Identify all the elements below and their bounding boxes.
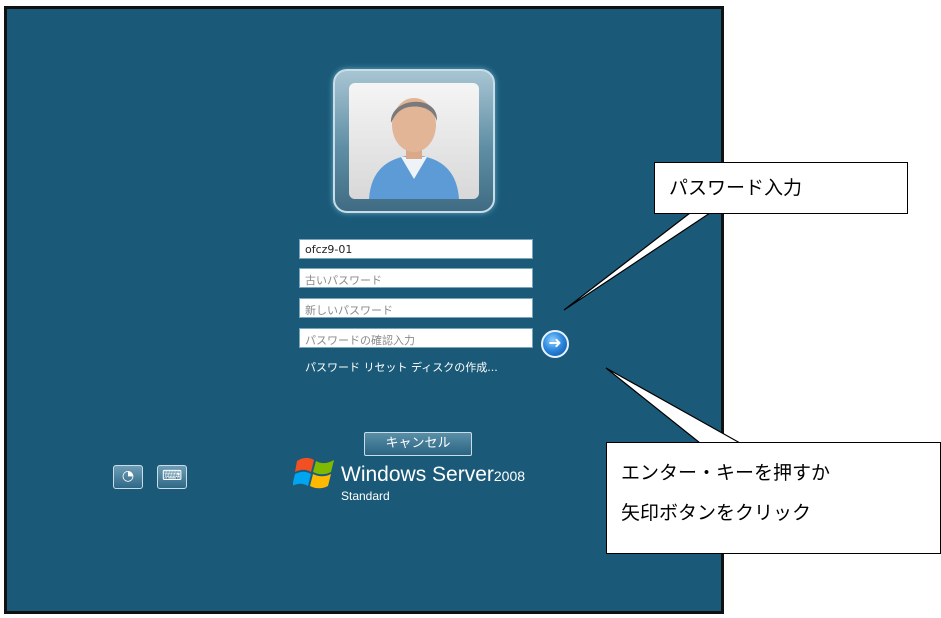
annotation-enter-or-click: エンター・キーを押すか 矢印ボタンをクリック bbox=[606, 442, 941, 554]
annotation-password-input: パスワード入力 bbox=[654, 162, 908, 214]
annotation-enter-line2: 矢印ボタンをクリック bbox=[621, 502, 812, 524]
annotation-enter-line1: エンター・キーを押すか bbox=[621, 462, 831, 484]
callout-pointer-password bbox=[563, 212, 712, 311]
callout-pointer-enter bbox=[605, 367, 743, 444]
annotation-password-text: パスワード入力 bbox=[669, 177, 803, 199]
